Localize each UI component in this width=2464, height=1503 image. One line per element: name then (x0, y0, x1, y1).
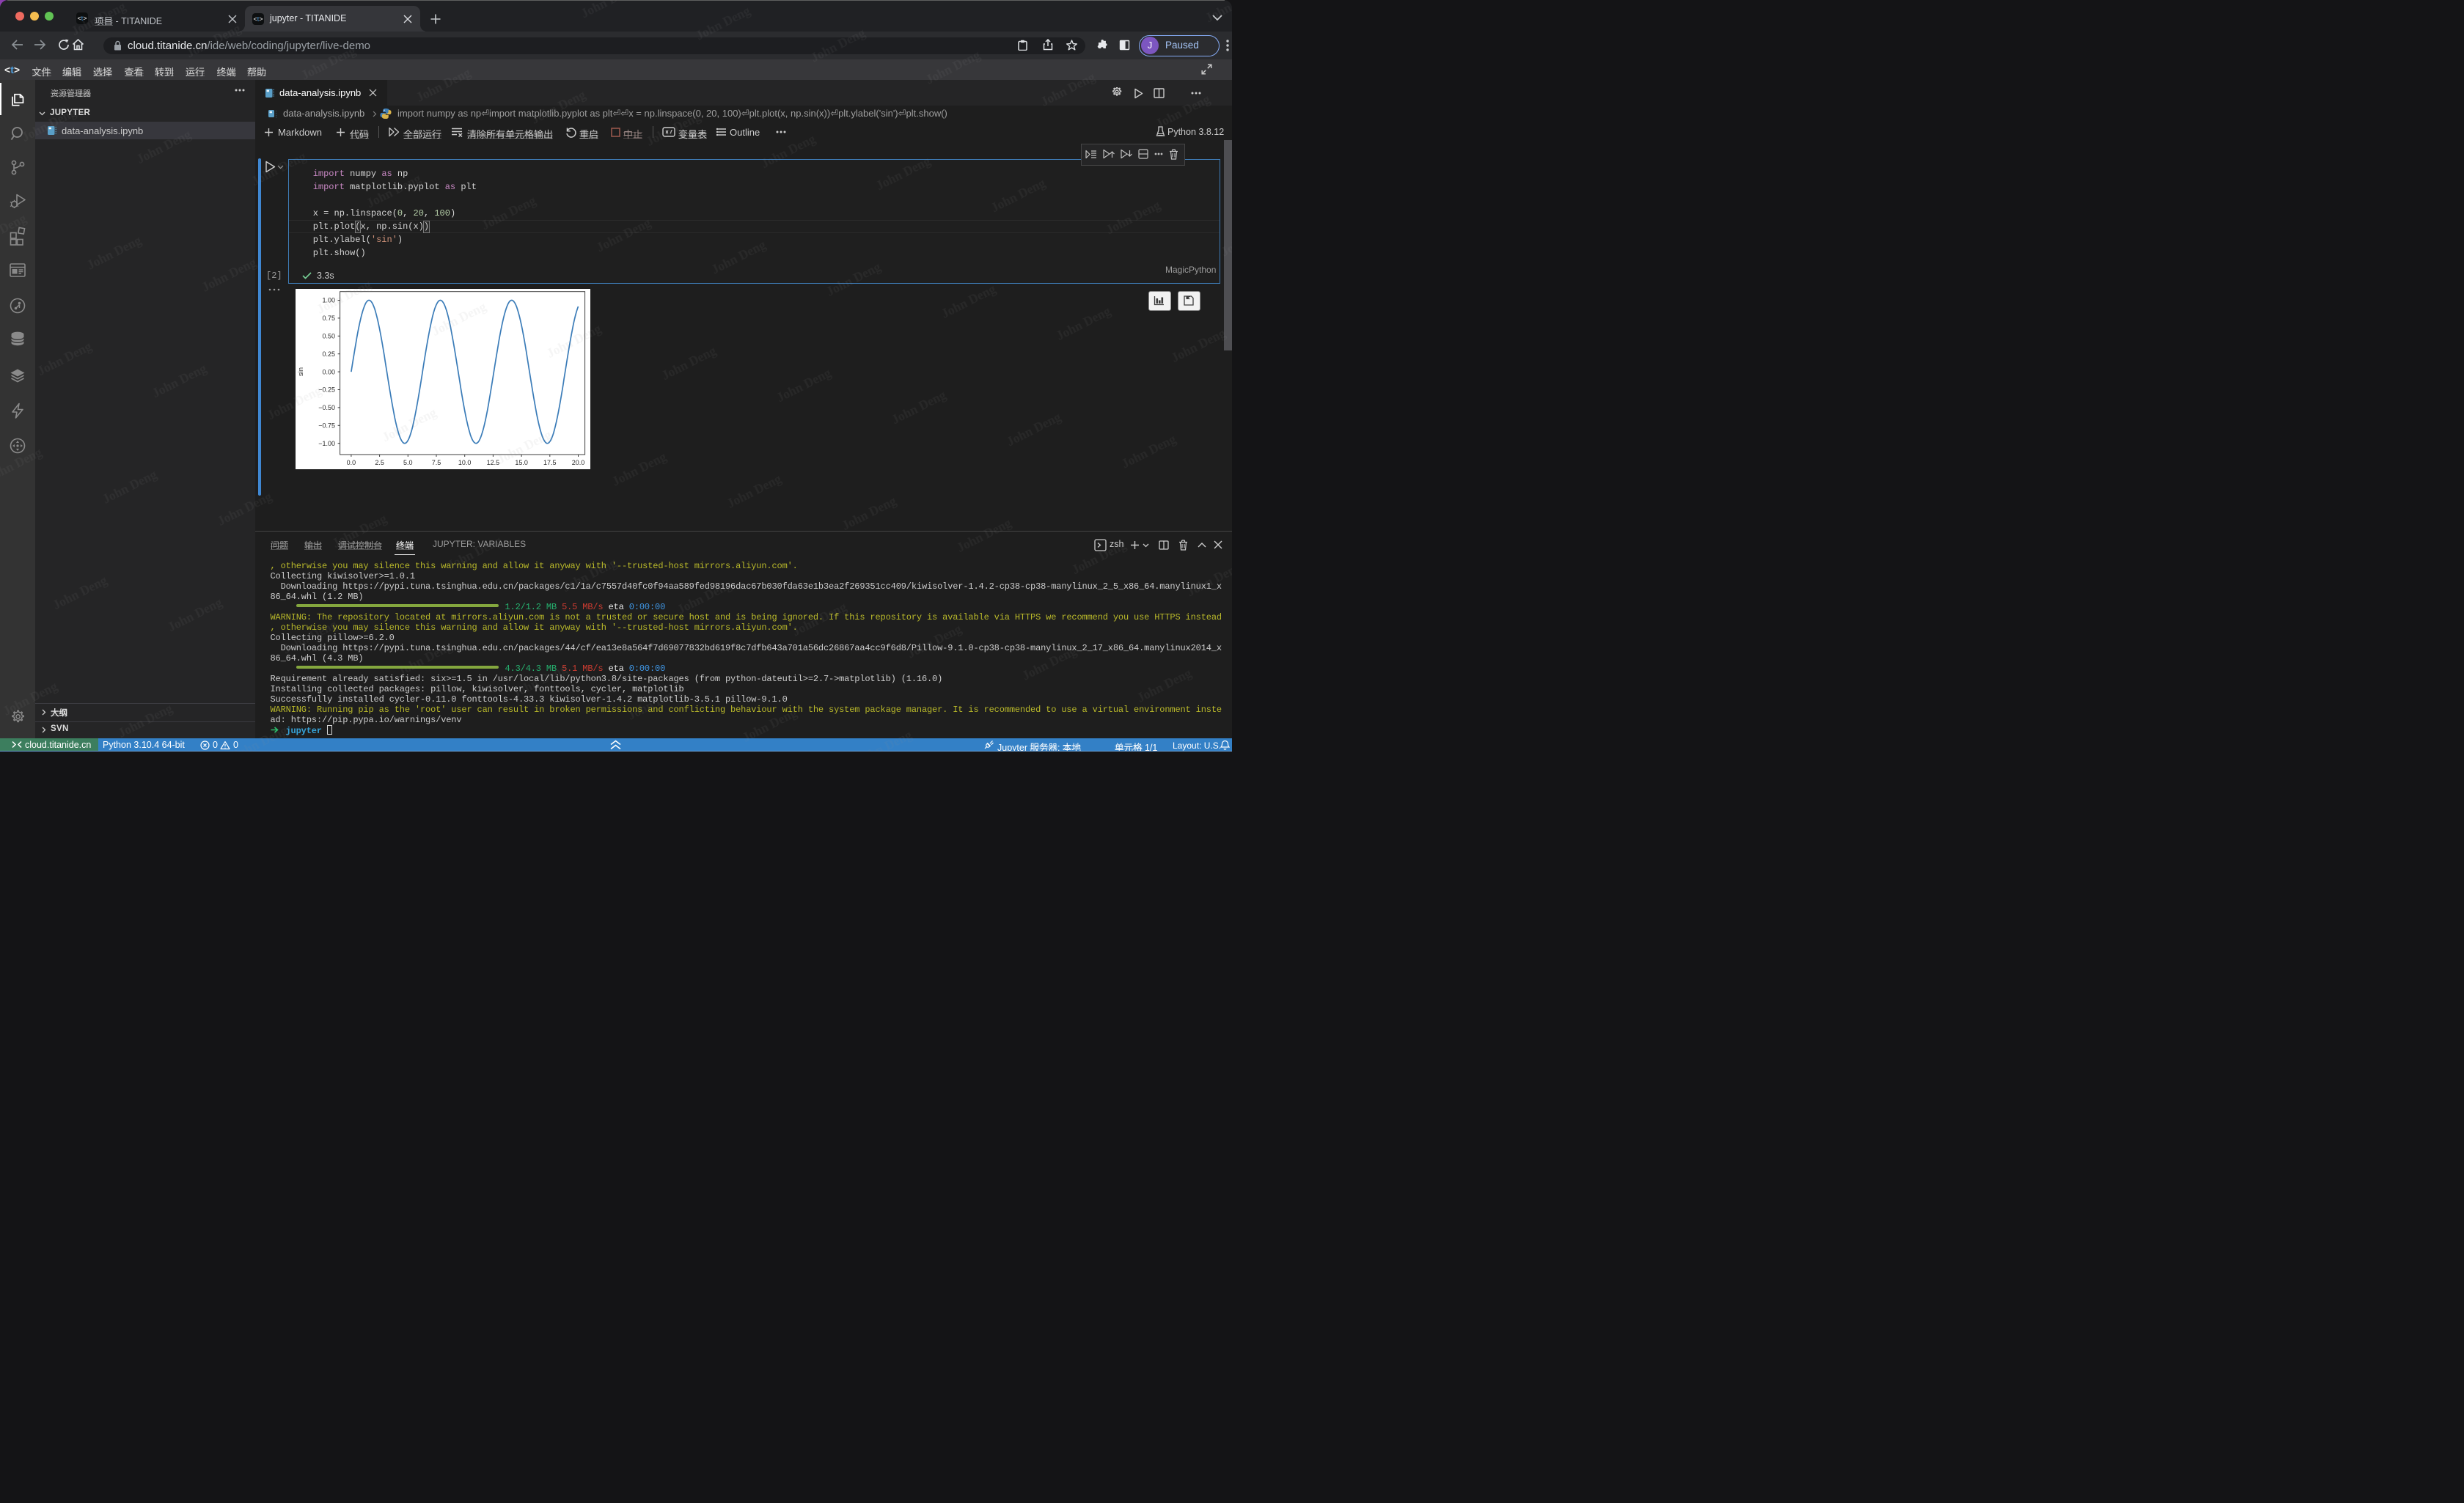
svg-text:0.0: 0.0 (347, 459, 356, 466)
svg-text:17.5: 17.5 (543, 459, 557, 466)
svg-text:20.0: 20.0 (572, 459, 585, 466)
svg-text:−0.50: −0.50 (318, 404, 335, 411)
svg-text:−0.25: −0.25 (318, 386, 335, 394)
svg-text:sin: sin (297, 367, 305, 376)
svg-text:10.0: 10.0 (458, 459, 472, 466)
svg-text:2.5: 2.5 (375, 459, 384, 466)
svg-text:5.0: 5.0 (403, 459, 413, 466)
svg-text:0.75: 0.75 (322, 315, 335, 322)
svg-text:−1.00: −1.00 (318, 440, 335, 447)
svg-text:0.50: 0.50 (322, 333, 335, 340)
svg-text:−0.75: −0.75 (318, 422, 335, 430)
svg-text:15.0: 15.0 (515, 459, 528, 466)
svg-text:7.5: 7.5 (432, 459, 441, 466)
svg-text:0.00: 0.00 (322, 368, 335, 375)
svg-text:0.25: 0.25 (322, 350, 335, 358)
svg-text:1.00: 1.00 (322, 297, 335, 304)
svg-text:12.5: 12.5 (487, 459, 500, 466)
